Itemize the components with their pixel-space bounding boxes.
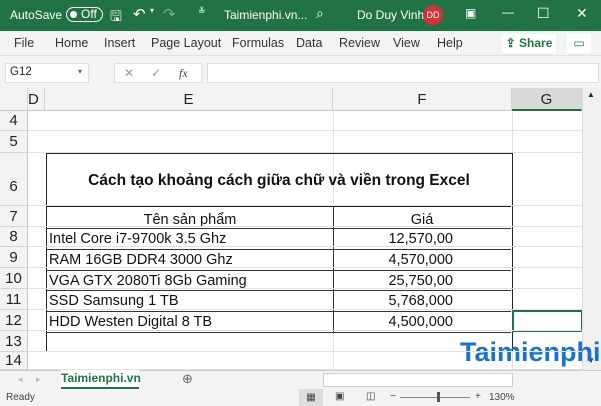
gridline [28,205,582,206]
insert-function-icon[interactable]: fx [179,66,188,81]
scroll-up-icon[interactable]: ▲ [587,90,595,99]
undo-icon[interactable]: ↶ [133,5,146,23]
gridline [28,309,582,310]
gridline [28,152,582,153]
zoom-slider[interactable] [400,397,470,398]
table-title[interactable]: Cách tạo khoảng cách giữa chữ và viền tr… [47,154,511,207]
status-bar: Ready ▦ ▣ ◫ − + 130% [0,389,601,406]
gridline [28,267,582,268]
share-icon: ⇪ [505,36,520,50]
select-all-button[interactable] [0,88,28,111]
zoom-in-button[interactable]: + [475,391,481,402]
user-name: Do Duy Vinh [357,8,425,22]
tab-help[interactable]: Help [437,36,463,50]
zoom-slider-thumb[interactable] [437,392,440,402]
maximize-icon[interactable]: ☐ [537,5,550,22]
row-header[interactable]: 12 [0,310,28,331]
page-break-view-icon[interactable]: ◫ [366,391,375,402]
gridline [28,330,582,331]
tab-formulas[interactable]: Formulas [232,36,284,50]
tab-page-layout[interactable]: Page Layout [151,36,221,50]
column-header-e[interactable]: E [45,88,333,111]
save-icon[interactable]: 🖫 [110,6,122,30]
tab-home[interactable]: Home [55,36,88,50]
tab-view[interactable]: View [393,36,420,50]
formula-input[interactable] [207,63,599,83]
add-sheet-icon[interactable]: ⊕ [182,371,193,387]
ribbon-tabs: File Home Insert Page Layout Formulas Da… [0,31,601,56]
product-table: Cách tạo khoảng cách giữa chữ và viền tr… [46,153,513,352]
autosave-label: AutoSave [10,8,63,22]
table-border [47,332,511,333]
row-header[interactable]: 13 [0,331,28,352]
sheet-tab-bar: ◂ ▸ Taimienphi.vn ⊕ [0,370,601,389]
row-header[interactable]: 7 [0,206,28,227]
gridline [28,130,582,131]
comments-button[interactable]: ▭ [567,34,591,53]
tab-file[interactable]: File [14,36,34,50]
horizontal-scrollbar[interactable] [323,373,513,387]
gridline [28,351,582,352]
formula-bar: G12 ▾ ✕ ✓ fx [0,56,601,88]
document-title: Taimienphi.vn... [224,8,308,22]
ribbon-display-icon[interactable]: ▣ [465,6,476,20]
row-header[interactable]: 4 [0,111,28,131]
search-icon[interactable]: ⌕ [316,5,324,22]
share-button[interactable]: ⇪ Share [502,34,556,53]
row-header[interactable]: 8 [0,227,28,247]
gridline [28,246,582,247]
undo-dropdown-icon[interactable]: ▾ [150,6,154,15]
status-text: Ready [6,392,35,403]
cancel-icon[interactable]: ✕ [124,66,134,80]
selected-cell-g12[interactable] [512,310,583,332]
gridline [28,226,582,227]
zoom-level[interactable]: 130% [489,392,515,403]
gridline [28,369,582,370]
close-icon[interactable]: ✕ [576,5,588,22]
normal-view-icon[interactable]: ▦ [299,389,323,406]
autosave-toggle[interactable]: Off [66,7,103,22]
column-header-d[interactable]: D [28,88,45,111]
enter-icon[interactable]: ✓ [151,66,161,80]
comment-icon: ▭ [573,36,585,50]
row-header[interactable]: 6 [0,153,28,206]
next-sheet-icon[interactable]: ▸ [36,374,41,385]
tab-review[interactable]: Review [339,36,380,50]
row-header[interactable]: 9 [0,247,28,268]
column-header-g[interactable]: G [512,88,582,111]
page-layout-view-icon[interactable]: ▣ [335,391,344,402]
sheet-tab[interactable]: Taimienphi.vn [61,370,141,389]
redo-icon[interactable]: ↷ [163,5,176,23]
tab-insert[interactable]: Insert [104,36,135,50]
row-header[interactable]: 11 [0,289,28,310]
avatar[interactable]: DD [423,5,443,25]
name-box[interactable]: G12 ▾ [5,63,89,83]
zoom-out-button[interactable]: − [390,391,396,402]
minimize-icon[interactable]: — [502,5,514,19]
prev-sheet-icon[interactable]: ◂ [18,374,23,385]
row-header[interactable]: 5 [0,131,28,153]
chevron-down-icon[interactable]: ▾ [78,67,82,76]
row-header[interactable]: 10 [0,268,28,289]
watermark-logo: Taimienphi.vn [460,337,601,387]
gridline [28,288,582,289]
formula-buttons: ✕ ✓ fx [114,63,202,83]
tab-data[interactable]: Data [296,36,322,50]
title-bar: AutoSave Off 🖫 ↶ ▾ ↷ ≚ Taimienphi.vn... … [0,0,601,31]
column-header-f[interactable]: F [333,88,512,111]
row-header[interactable]: 14 [0,352,28,370]
vertical-scrollbar[interactable]: ▲ ▼ [582,88,601,370]
column-headers: D E F G [0,88,582,111]
customize-qat-icon[interactable]: ≚ [198,6,206,17]
